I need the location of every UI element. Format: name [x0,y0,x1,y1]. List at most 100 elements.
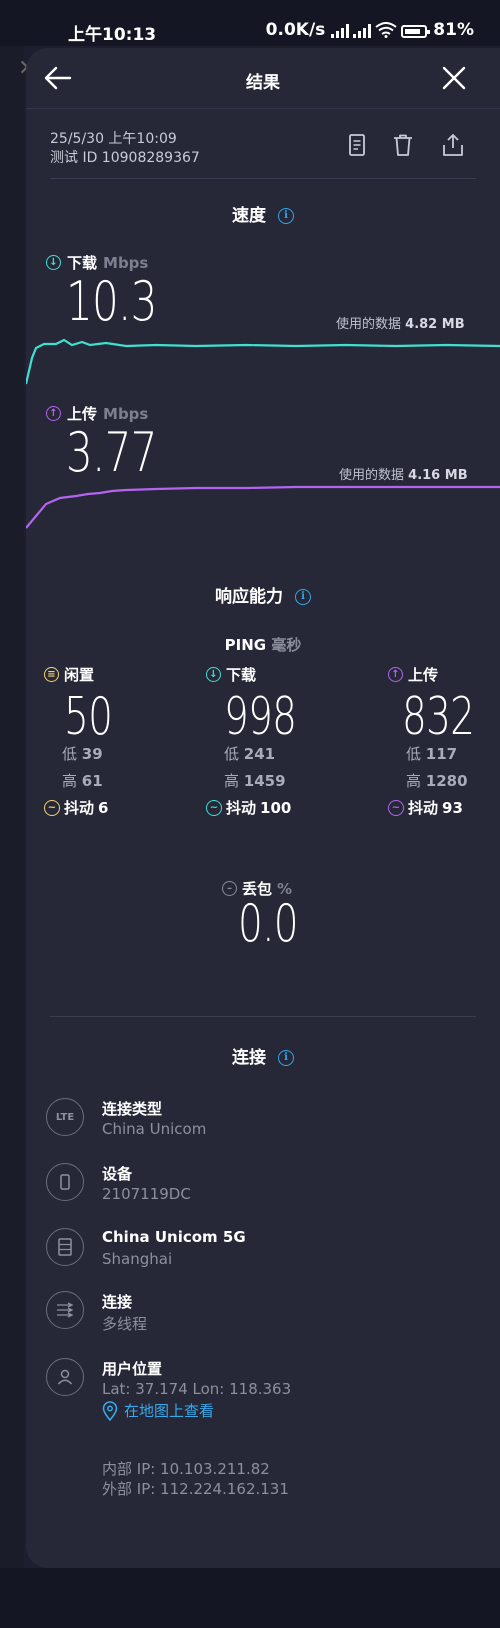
connections-value: 多线程 [102,1315,148,1333]
signal-icon [353,24,372,38]
high-label: 高 [224,772,240,790]
server-title: China Unicom 5G [102,1228,246,1246]
download-arrow-icon: ↓ [206,667,221,682]
document-icon[interactable] [344,132,370,158]
ping-download-value: 998 [224,687,297,747]
user-location-coordinates: Lat: 37.174 Lon: 118.363 [102,1380,292,1398]
header: 结果 [26,48,500,109]
ping-download-column: ↓ 下载 998 低 241 高 1459 ~ 抖动 100 [206,664,336,818]
responsiveness-title: 响应能力 [215,587,283,607]
download-unit: Mbps [103,253,149,272]
ping-idle-label-text: 闲置 [64,666,95,684]
jitter-label: 抖动 [226,799,257,817]
ping-header: PING 毫秒 [26,634,500,655]
ping-download-jitter: ~ 抖动 100 [206,797,336,818]
server-location: Shanghai [102,1250,173,1268]
divider [50,178,476,179]
responsiveness-section-title: 响应能力 i [26,582,500,607]
divider [50,1016,476,1017]
ping-idle-jitter: ~ 抖动 6 [44,797,174,818]
high-value: 1280 [425,772,468,790]
low-value: 241 [243,745,276,763]
result-sheet: 结果 25/5/30 上午10:09 测试 ID 10908289367 速度 i… [26,48,500,1568]
connection-title: 连接 [232,1048,266,1068]
ping-unit: 毫秒 [271,636,302,654]
map-pin-icon [102,1400,118,1421]
packet-loss-icon: – [222,881,237,896]
view-on-map-link[interactable]: 在地图上查看 [102,1400,214,1421]
low-value: 39 [81,745,103,763]
trash-icon[interactable] [390,132,416,158]
signal-icon [331,24,350,38]
test-id: 测试 ID 10908289367 [50,150,200,166]
lte-icon: LTE [46,1098,84,1136]
upload-arrow-icon: ↑ [46,406,61,421]
connection-type-title: 连接类型 [102,1100,163,1118]
ping-download-label-text: 下载 [226,666,257,684]
upload-unit: Mbps [103,404,149,423]
upload-arrow-icon: ↑ [388,667,403,682]
ping-upload-value: 832 [402,687,475,747]
ping-idle-label: ≡ 闲置 [44,664,174,685]
background-page [0,46,24,1586]
idle-icon: ≡ [44,667,59,682]
low-label: 低 [406,745,422,763]
ping-upload-label: ↑ 上传 [388,664,500,685]
ping-download-label: ↓ 下载 [206,664,336,685]
navigation-bar [0,1568,500,1628]
connection-section-title: 连接 i [26,1043,500,1068]
info-icon[interactable]: i [278,208,294,224]
high-value: 1459 [243,772,286,790]
download-arrow-icon: ↓ [46,255,61,270]
ping-upload-column: ↑ 上传 832 低 117 高 1280 ~ 抖动 93 [388,664,500,818]
info-icon[interactable]: i [295,589,311,605]
jitter-icon: ~ [388,799,404,816]
page-title: 结果 [246,73,280,93]
low-label: 低 [62,745,78,763]
ping-download-high: 高 1459 [224,770,336,791]
ping-upload-jitter: ~ 抖动 93 [388,797,500,818]
close-icon[interactable] [436,60,472,96]
connections-title: 连接 [102,1293,133,1311]
user-icon [46,1358,84,1396]
multi-thread-icon [46,1291,84,1329]
connection-type-value: China Unicom [102,1120,207,1138]
jitter-icon: ~ [44,799,60,816]
view-on-map-label: 在地图上查看 [124,1402,215,1420]
lte-icon-text: LTE [55,1111,75,1123]
share-icon[interactable] [440,132,466,158]
device-value: 2107119DC [102,1185,191,1203]
high-value: 61 [81,772,103,790]
signal-icons [331,22,431,38]
status-bar: 上午10:13 0.0K/s 81% [0,0,500,46]
speed-section-title: 速度 i [26,201,500,226]
phone-icon [46,1163,84,1201]
ping-upload-high: 高 1280 [406,770,500,791]
user-location-title: 用户位置 [102,1360,163,1378]
status-time: 上午10:13 [68,25,157,45]
low-label: 低 [224,745,240,763]
ping-idle-high: 高 61 [62,770,174,791]
low-value: 117 [425,745,458,763]
internal-ip: 内部 IP: 10.103.211.82 [102,1460,270,1478]
battery-icon [401,25,431,38]
speed-title: 速度 [232,206,266,226]
result-datetime: 25/5/30 上午10:09 [50,131,177,147]
ping-label: PING [224,636,267,654]
ping-idle-value: 50 [64,687,113,747]
jitter-value: 100 [260,798,292,817]
packet-loss-value: 0.0 [238,894,299,954]
external-ip: 外部 IP: 112.224.162.131 [102,1480,289,1498]
high-label: 高 [62,772,78,790]
download-speed-graph [26,338,500,385]
device-title: 设备 [102,1165,133,1183]
battery-level: 81% [433,20,474,40]
jitter-value: 6 [98,798,109,817]
wifi-icon [375,22,397,38]
network-speed: 0.0K/s [265,20,326,40]
upload-speed-graph [26,485,500,529]
jitter-icon: ~ [206,799,222,816]
info-icon[interactable]: i [278,1050,294,1066]
status-right: 0.0K/s 81% [266,20,474,40]
jitter-value: 93 [442,798,463,817]
